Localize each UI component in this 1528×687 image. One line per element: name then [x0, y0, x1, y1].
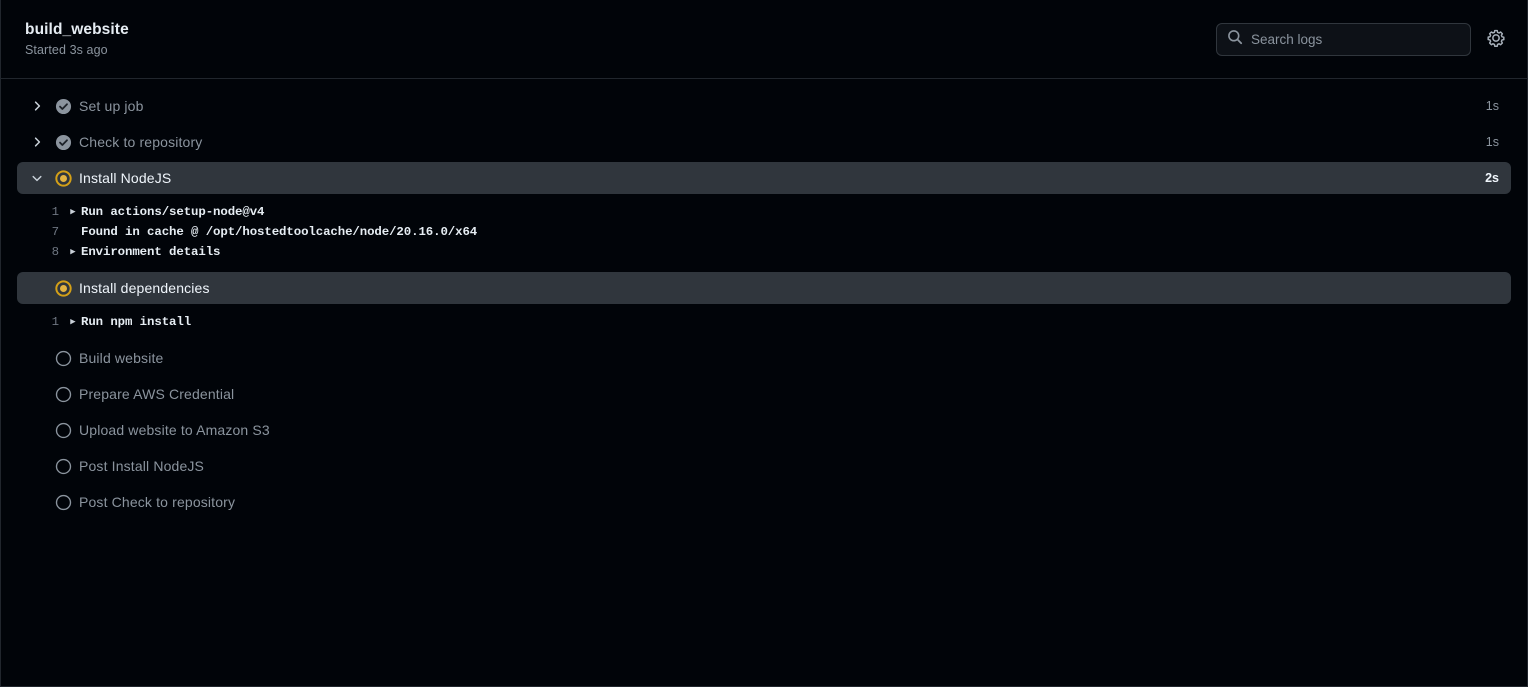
log-line[interactable]: 8 ▶ Environment details: [1, 242, 1527, 262]
step-row[interactable]: Install NodeJS 2s: [17, 162, 1511, 194]
step-log-output: 1 ▶ Run npm install: [1, 308, 1527, 338]
search-input[interactable]: [1251, 31, 1460, 47]
log-line-text: Environment details: [81, 245, 221, 259]
step-row[interactable]: Prepare AWS Credential: [17, 378, 1511, 410]
search-logs-box[interactable]: [1216, 22, 1471, 56]
step-row[interactable]: Set up job 1s: [17, 90, 1511, 122]
page-title: build_website: [25, 21, 129, 38]
step-duration: 1s: [1485, 135, 1499, 149]
log-expand-triangle-icon[interactable]: ▶: [65, 242, 81, 262]
step-name: Post Check to repository: [79, 494, 236, 510]
step-name: Build website: [79, 350, 164, 366]
check-circle-icon: [49, 134, 77, 151]
empty-circle-icon: [49, 386, 77, 403]
step-name: Set up job: [79, 98, 144, 114]
log-expand-triangle-icon[interactable]: ▶: [65, 312, 81, 332]
log-steps-list: Set up job 1s Check to repository 1s Install…: [1, 79, 1527, 686]
search-icon: [1227, 29, 1243, 50]
log-line-number: 8: [51, 245, 59, 259]
gear-icon: [1487, 29, 1505, 50]
chevron-right-icon[interactable]: [25, 135, 49, 149]
step-name: Upload website to Amazon S3: [79, 422, 270, 438]
log-line[interactable]: 1 ▶ Run npm install: [1, 312, 1527, 332]
step-name: Install dependencies: [79, 280, 210, 296]
job-info: build_website Started 3s ago: [25, 21, 129, 57]
step-duration: 2s: [1485, 171, 1499, 185]
step-row[interactable]: Upload website to Amazon S3: [17, 414, 1511, 446]
step-log-output: 1▶Run actions/setup-node@v47▶Found in ca…: [1, 198, 1527, 268]
step-name: Install NodeJS: [79, 170, 172, 186]
step-name: Prepare AWS Credential: [79, 386, 235, 402]
chevron-down-icon[interactable]: [25, 171, 49, 185]
log-line-number: 7: [51, 225, 59, 239]
header-actions: [1216, 22, 1509, 56]
settings-button[interactable]: [1483, 26, 1509, 52]
step-duration: 1s: [1485, 99, 1499, 113]
step-row[interactable]: Build website: [17, 342, 1511, 374]
workflow-log-viewer: build_website Started 3s ago Search logs…: [0, 0, 1528, 687]
check-circle-icon: [49, 98, 77, 115]
chevron-right-icon[interactable]: [25, 99, 49, 113]
in-progress-circle-icon: [49, 169, 77, 187]
in-progress-circle-icon: [49, 279, 77, 297]
empty-circle-icon: [49, 350, 77, 367]
log-line-text: Run actions/setup-node@v4: [81, 205, 265, 219]
job-started-status: Started 3s ago: [25, 43, 108, 57]
log-line[interactable]: 1 ▶ Run actions/setup-node@v4: [1, 202, 1527, 222]
step-row[interactable]: Post Install NodeJS: [17, 450, 1511, 482]
step-row[interactable]: Install dependencies: [17, 272, 1511, 304]
step-row[interactable]: Check to repository 1s: [17, 126, 1511, 158]
step-name: Check to repository: [79, 134, 203, 150]
log-expand-triangle-icon[interactable]: ▶: [65, 202, 81, 222]
empty-circle-icon: [49, 494, 77, 511]
log-header: build_website Started 3s ago: [1, 0, 1527, 79]
log-line-text: Found in cache @ /opt/hostedtoolcache/no…: [81, 225, 478, 239]
log-line[interactable]: 7▶Found in cache @ /opt/hostedtoolcache/…: [1, 222, 1527, 242]
empty-circle-icon: [49, 422, 77, 439]
empty-circle-icon: [49, 458, 77, 475]
log-line-text: Run npm install: [81, 315, 192, 329]
log-line-number: 1: [51, 205, 59, 219]
step-name: Post Install NodeJS: [79, 458, 205, 474]
log-line-number: 1: [51, 315, 59, 329]
step-row[interactable]: Post Check to repository: [17, 486, 1511, 518]
